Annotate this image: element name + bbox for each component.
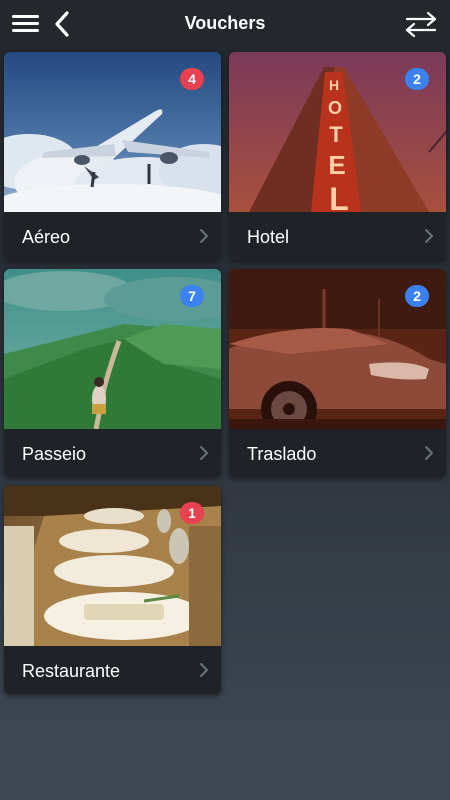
back-chevron-icon[interactable] — [52, 10, 72, 38]
voucher-card-hotel[interactable]: H O T E L 2 Hotel — [229, 52, 446, 260]
voucher-card-passeio[interactable]: 7 Passeio — [4, 269, 221, 477]
svg-text:H: H — [329, 77, 339, 93]
count-badge: 4 — [180, 68, 204, 90]
top-app-bar: Vouchers — [0, 0, 450, 48]
svg-text:E: E — [328, 150, 345, 180]
svg-text:T: T — [329, 122, 343, 147]
card-footer: Passeio — [4, 429, 221, 477]
chevron-right-icon — [200, 446, 208, 460]
chevron-right-icon — [200, 229, 208, 243]
svg-text:L: L — [329, 181, 349, 212]
voucher-card-restaurante[interactable]: 1 Restaurante — [4, 486, 221, 694]
count-badge: 1 — [180, 502, 204, 524]
voucher-card-aereo[interactable]: 4 Aéreo — [4, 52, 221, 260]
card-footer: Restaurante — [4, 646, 221, 694]
card-label: Aéreo — [22, 227, 71, 247]
card-label: Hotel — [247, 227, 290, 247]
swap-arrows-icon[interactable] — [404, 10, 438, 38]
card-label: Passeio — [22, 444, 87, 464]
card-footer: Hotel — [229, 212, 446, 260]
count-badge: 2 — [405, 68, 429, 90]
svg-text:O: O — [328, 98, 342, 118]
card-label: Restaurante — [22, 661, 121, 681]
count-badge: 7 — [180, 285, 204, 307]
card-footer: Aéreo — [4, 212, 221, 260]
card-footer: Traslado — [229, 429, 446, 477]
count-badge: 2 — [405, 285, 429, 307]
chevron-right-icon — [425, 229, 433, 243]
card-label: Traslado — [247, 444, 317, 464]
voucher-card-traslado[interactable]: 2 Traslado — [229, 269, 446, 477]
chevron-right-icon — [200, 663, 208, 677]
hamburger-menu-icon[interactable] — [12, 13, 39, 35]
chevron-right-icon — [425, 446, 433, 460]
